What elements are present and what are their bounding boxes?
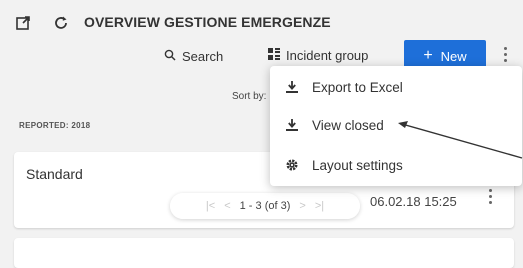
gear-icon — [284, 157, 300, 173]
refresh-icon[interactable] — [52, 14, 70, 32]
new-label: New — [440, 48, 467, 64]
incident-group-label: Incident group — [286, 48, 369, 63]
menu-item-label: View closed — [312, 117, 384, 133]
next-page-button[interactable]: > — [299, 200, 305, 212]
page-range: 1 - 3 (of 3) — [239, 200, 291, 212]
first-page-button[interactable]: |< — [206, 200, 215, 212]
page-title: OVERVIEW GESTIONE EMERGENZE — [84, 14, 331, 30]
pager: |< < 1 - 3 (of 3) > >| — [170, 193, 360, 219]
more-options-icon[interactable] — [498, 44, 512, 64]
download-icon — [284, 79, 300, 95]
menu-item-label: Layout settings — [312, 157, 403, 173]
search-icon — [164, 49, 176, 64]
download-icon — [284, 117, 300, 133]
search-button[interactable]: Search — [164, 49, 223, 64]
group-icon — [268, 48, 280, 63]
prev-page-button[interactable]: < — [224, 200, 230, 212]
card-title: Standard — [26, 166, 83, 182]
open-external-icon[interactable] — [14, 14, 32, 32]
search-label: Search — [182, 49, 224, 64]
card-more-options-icon[interactable] — [483, 186, 497, 206]
menu-item-layout-settings[interactable]: Layout settings — [270, 146, 522, 184]
menu-item-label: Export to Excel — [312, 79, 403, 95]
menu-item-export-excel[interactable]: Export to Excel — [270, 68, 522, 106]
sort-by-label[interactable]: Sort by: — [232, 91, 266, 102]
plus-icon: + — [423, 47, 433, 64]
incident-card-next[interactable] — [14, 238, 514, 268]
options-menu: Export to Excel View closed Layout setti… — [270, 66, 522, 186]
menu-item-view-closed[interactable]: View closed — [270, 106, 522, 144]
incident-group-button[interactable]: Incident group — [268, 48, 368, 63]
last-page-button[interactable]: >| — [315, 200, 324, 212]
group-header: REPORTED: 2018 — [19, 121, 91, 130]
card-date: 06.02.18 15:25 — [370, 194, 457, 209]
